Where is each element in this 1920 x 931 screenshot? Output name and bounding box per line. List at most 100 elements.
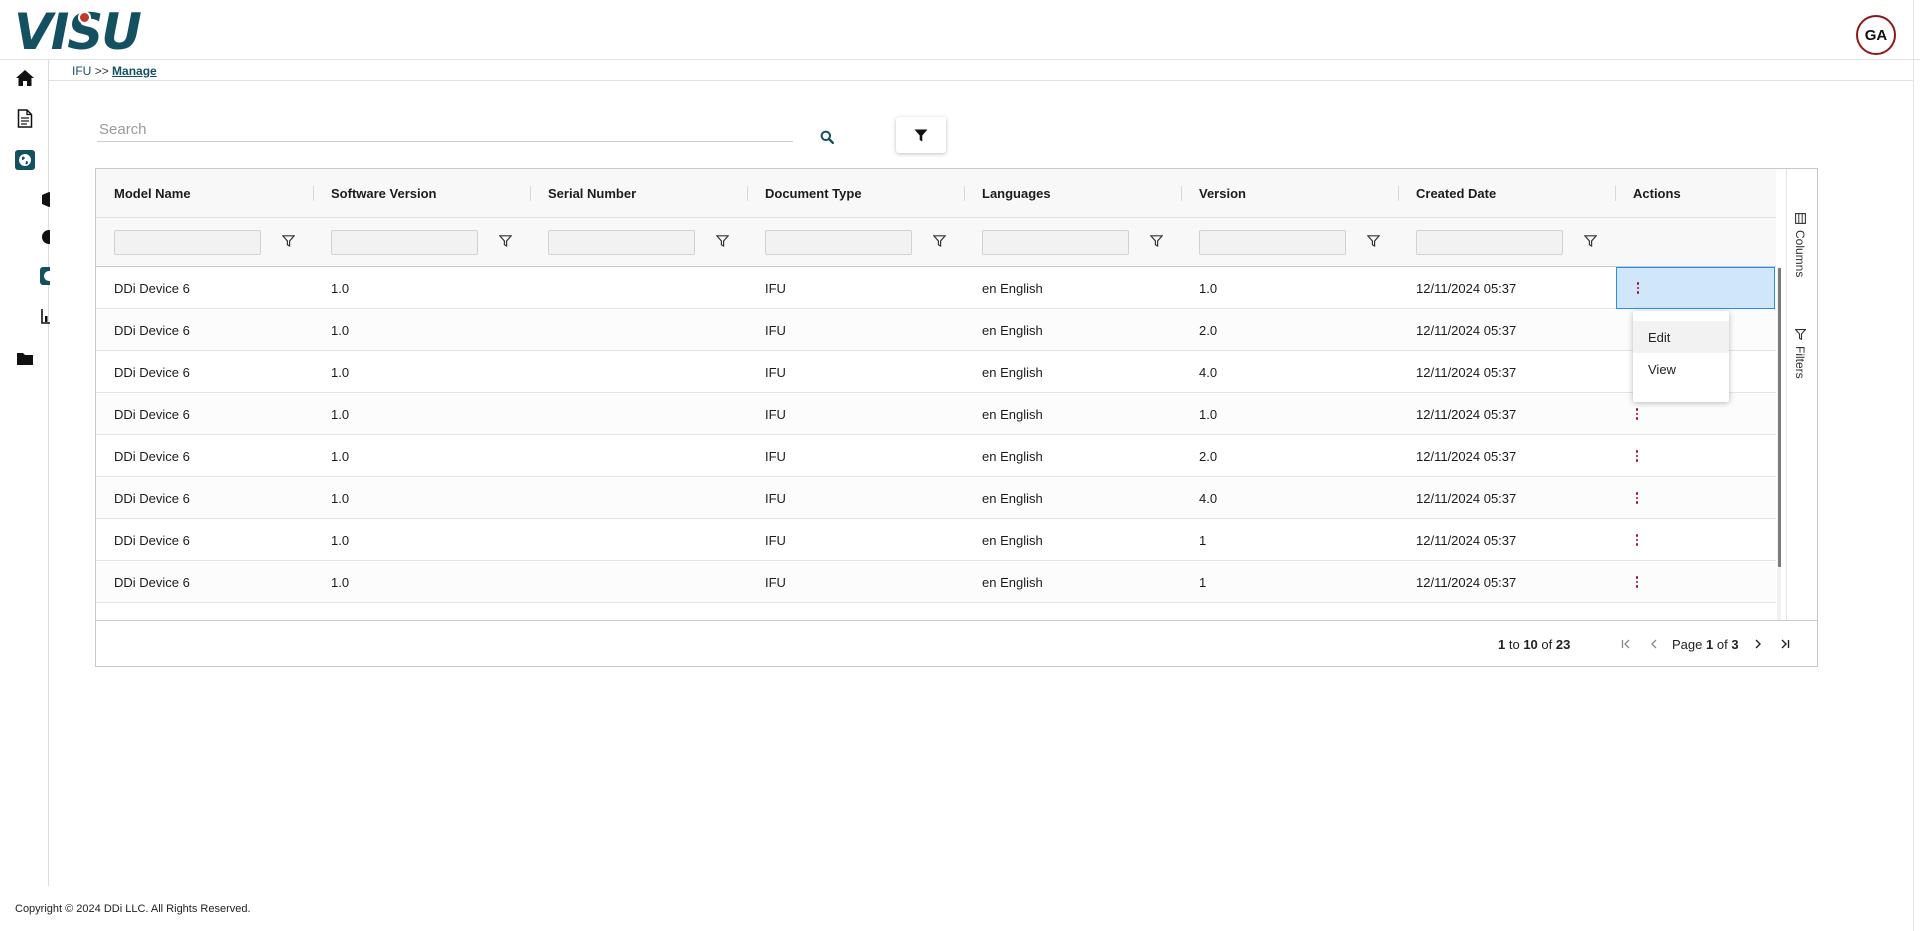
filter-input-created-date[interactable]: [1416, 230, 1563, 255]
sidebar-home-icon[interactable]: [15, 68, 35, 88]
col-resize-handle[interactable]: [1615, 186, 1616, 201]
sidebar-sub-chart-icon[interactable]: [40, 307, 50, 325]
sidebar-sub-box-icon[interactable]: [40, 190, 50, 208]
cell-model-name: DDi Device 6: [114, 532, 190, 548]
cell-document-type: IFU: [765, 322, 786, 338]
col-header-document-type[interactable]: Document Type: [765, 169, 862, 218]
cell-version: 2.0: [1199, 448, 1218, 464]
cell-languages: en English: [982, 364, 1043, 380]
table-row[interactable]: DDi Device 6 1.0 IFU en English 1.0 12/1…: [96, 267, 1776, 309]
visu-logo[interactable]: VISU: [14, 3, 142, 61]
filter-icon[interactable]: [281, 234, 295, 248]
sidebar-document-icon[interactable]: [15, 108, 35, 128]
cell-created-date: 12/11/2024 05:37: [1416, 364, 1517, 380]
col-resize-handle[interactable]: [964, 186, 965, 201]
previous-page-icon[interactable]: [1647, 636, 1661, 652]
logo-text: VISU: [14, 3, 142, 61]
cell-model-name: DDi Device 6: [114, 322, 190, 338]
table-row[interactable]: DDi Device 6 1.0 IFU en English 4.0 12/1…: [96, 351, 1776, 393]
col-header-version[interactable]: Version: [1199, 169, 1246, 218]
filter-input-document-type[interactable]: [765, 230, 912, 255]
breadcrumb-current[interactable]: Manage: [112, 64, 157, 78]
cell-model-name: DDi Device 6: [114, 406, 190, 422]
cell-created-date: 12/11/2024 05:37: [1416, 406, 1517, 422]
user-avatar[interactable]: GA: [1856, 15, 1896, 55]
col-resize-handle[interactable]: [747, 186, 748, 201]
filter-icon[interactable]: [715, 234, 729, 248]
row-count-summary: 1 to 10 of 23: [1498, 637, 1571, 652]
filter-input-version[interactable]: [1199, 230, 1346, 255]
menu-item-edit[interactable]: Edit: [1633, 321, 1729, 353]
kebab-menu-icon: [1634, 533, 1640, 547]
filter-icon[interactable]: [1366, 234, 1380, 248]
page-indicator: Page 1 of 3: [1672, 637, 1739, 652]
next-page-icon[interactable]: [1751, 636, 1765, 652]
columns-tool-tab[interactable]: Columns: [1793, 213, 1807, 277]
col-resize-handle[interactable]: [1181, 186, 1182, 201]
col-resize-handle[interactable]: [530, 186, 531, 201]
cell-software-version: 1.0: [331, 532, 350, 548]
filter-icon[interactable]: [498, 234, 512, 248]
table-row[interactable]: DDi Device 6 1.0 IFU en English 1 12/11/…: [96, 519, 1776, 561]
cell-version: 1: [1199, 532, 1207, 548]
filter-input-languages[interactable]: [982, 230, 1129, 255]
sidebar-folder-icon[interactable]: [15, 348, 35, 368]
grid-scrollbar-thumb[interactable]: [1778, 268, 1781, 567]
row-actions-menu-button[interactable]: [1616, 519, 1775, 561]
cell-languages: en English: [982, 574, 1043, 590]
table-row-partial[interactable]: [96, 603, 1776, 620]
col-resize-handle[interactable]: [313, 186, 314, 201]
col-resize-handle[interactable]: [1398, 186, 1399, 201]
breadcrumb-root[interactable]: IFU: [72, 64, 91, 78]
search-input[interactable]: [97, 118, 793, 140]
filter-icon[interactable]: [1583, 234, 1597, 248]
menu-item-view[interactable]: View: [1633, 353, 1729, 385]
cell-created-date: 12/11/2024 05:37: [1416, 532, 1517, 548]
cell-created-date: 12/11/2024 05:37: [1416, 322, 1517, 338]
table-row[interactable]: DDi Device 6 1.0 IFU en English 1 12/11/…: [96, 561, 1776, 603]
filters-tool-tab[interactable]: Filters: [1793, 329, 1807, 379]
kebab-menu-icon: [1634, 407, 1640, 421]
col-header-software-version[interactable]: Software Version: [331, 169, 436, 218]
cell-created-date: 12/11/2024 05:37: [1416, 280, 1517, 296]
col-header-serial-number[interactable]: Serial Number: [548, 169, 636, 218]
cell-model-name: DDi Device 6: [114, 574, 190, 590]
first-page-icon[interactable]: [1619, 636, 1633, 652]
sidebar-ifu-globe-icon[interactable]: [15, 150, 35, 170]
cell-document-type: IFU: [765, 532, 786, 548]
cell-languages: en English: [982, 406, 1043, 422]
cell-software-version: 1.0: [331, 406, 350, 422]
table-row[interactable]: DDi Device 6 1.0 IFU en English 2.0 12/1…: [96, 309, 1776, 351]
filters-tab-label: Filters: [1793, 346, 1807, 379]
filter-input-serial-number[interactable]: [548, 230, 695, 255]
grid-rows: DDi Device 6 1.0 IFU en English 1.0 12/1…: [96, 267, 1776, 620]
last-page-icon[interactable]: [1778, 636, 1792, 652]
table-row[interactable]: DDi Device 6 1.0 IFU en English 2.0 12/1…: [96, 435, 1776, 477]
cell-software-version: 1.0: [331, 490, 350, 506]
row-actions-menu-button[interactable]: [1616, 267, 1775, 309]
row-actions-menu-button[interactable]: [1616, 477, 1775, 519]
cell-created-date: 12/11/2024 05:37: [1416, 448, 1517, 464]
filter-icon[interactable]: [1149, 234, 1163, 248]
grid-header-row: Model Name Software Version Serial Numbe…: [96, 169, 1776, 218]
table-row[interactable]: DDi Device 6 1.0 IFU en English 1.0 12/1…: [96, 393, 1776, 435]
col-header-created-date[interactable]: Created Date: [1416, 169, 1496, 218]
columns-icon: [1794, 213, 1806, 224]
grid-body: Model Name Software Version Serial Numbe…: [96, 169, 1781, 620]
filter-input-model-name[interactable]: [114, 230, 261, 255]
sidebar-sub-circle-icon[interactable]: [40, 228, 50, 246]
kebab-menu-icon: [1634, 491, 1640, 505]
filter-button[interactable]: [896, 117, 946, 153]
col-header-languages[interactable]: Languages: [982, 169, 1051, 218]
col-header-model-name[interactable]: Model Name: [114, 169, 191, 218]
filter-icon[interactable]: [932, 234, 946, 248]
search-icon[interactable]: [818, 128, 836, 146]
table-row[interactable]: DDi Device 6 1.0 IFU en English 4.0 12/1…: [96, 477, 1776, 519]
row-actions-menu-button[interactable]: [1616, 561, 1775, 603]
sidebar-sub-globe-icon[interactable]: [40, 267, 50, 285]
cell-languages: en English: [982, 532, 1043, 548]
sidebar: [0, 60, 50, 886]
row-actions-menu-button[interactable]: [1616, 435, 1775, 477]
filter-input-software-version[interactable]: [331, 230, 478, 255]
breadcrumb-divider: [49, 80, 1913, 81]
